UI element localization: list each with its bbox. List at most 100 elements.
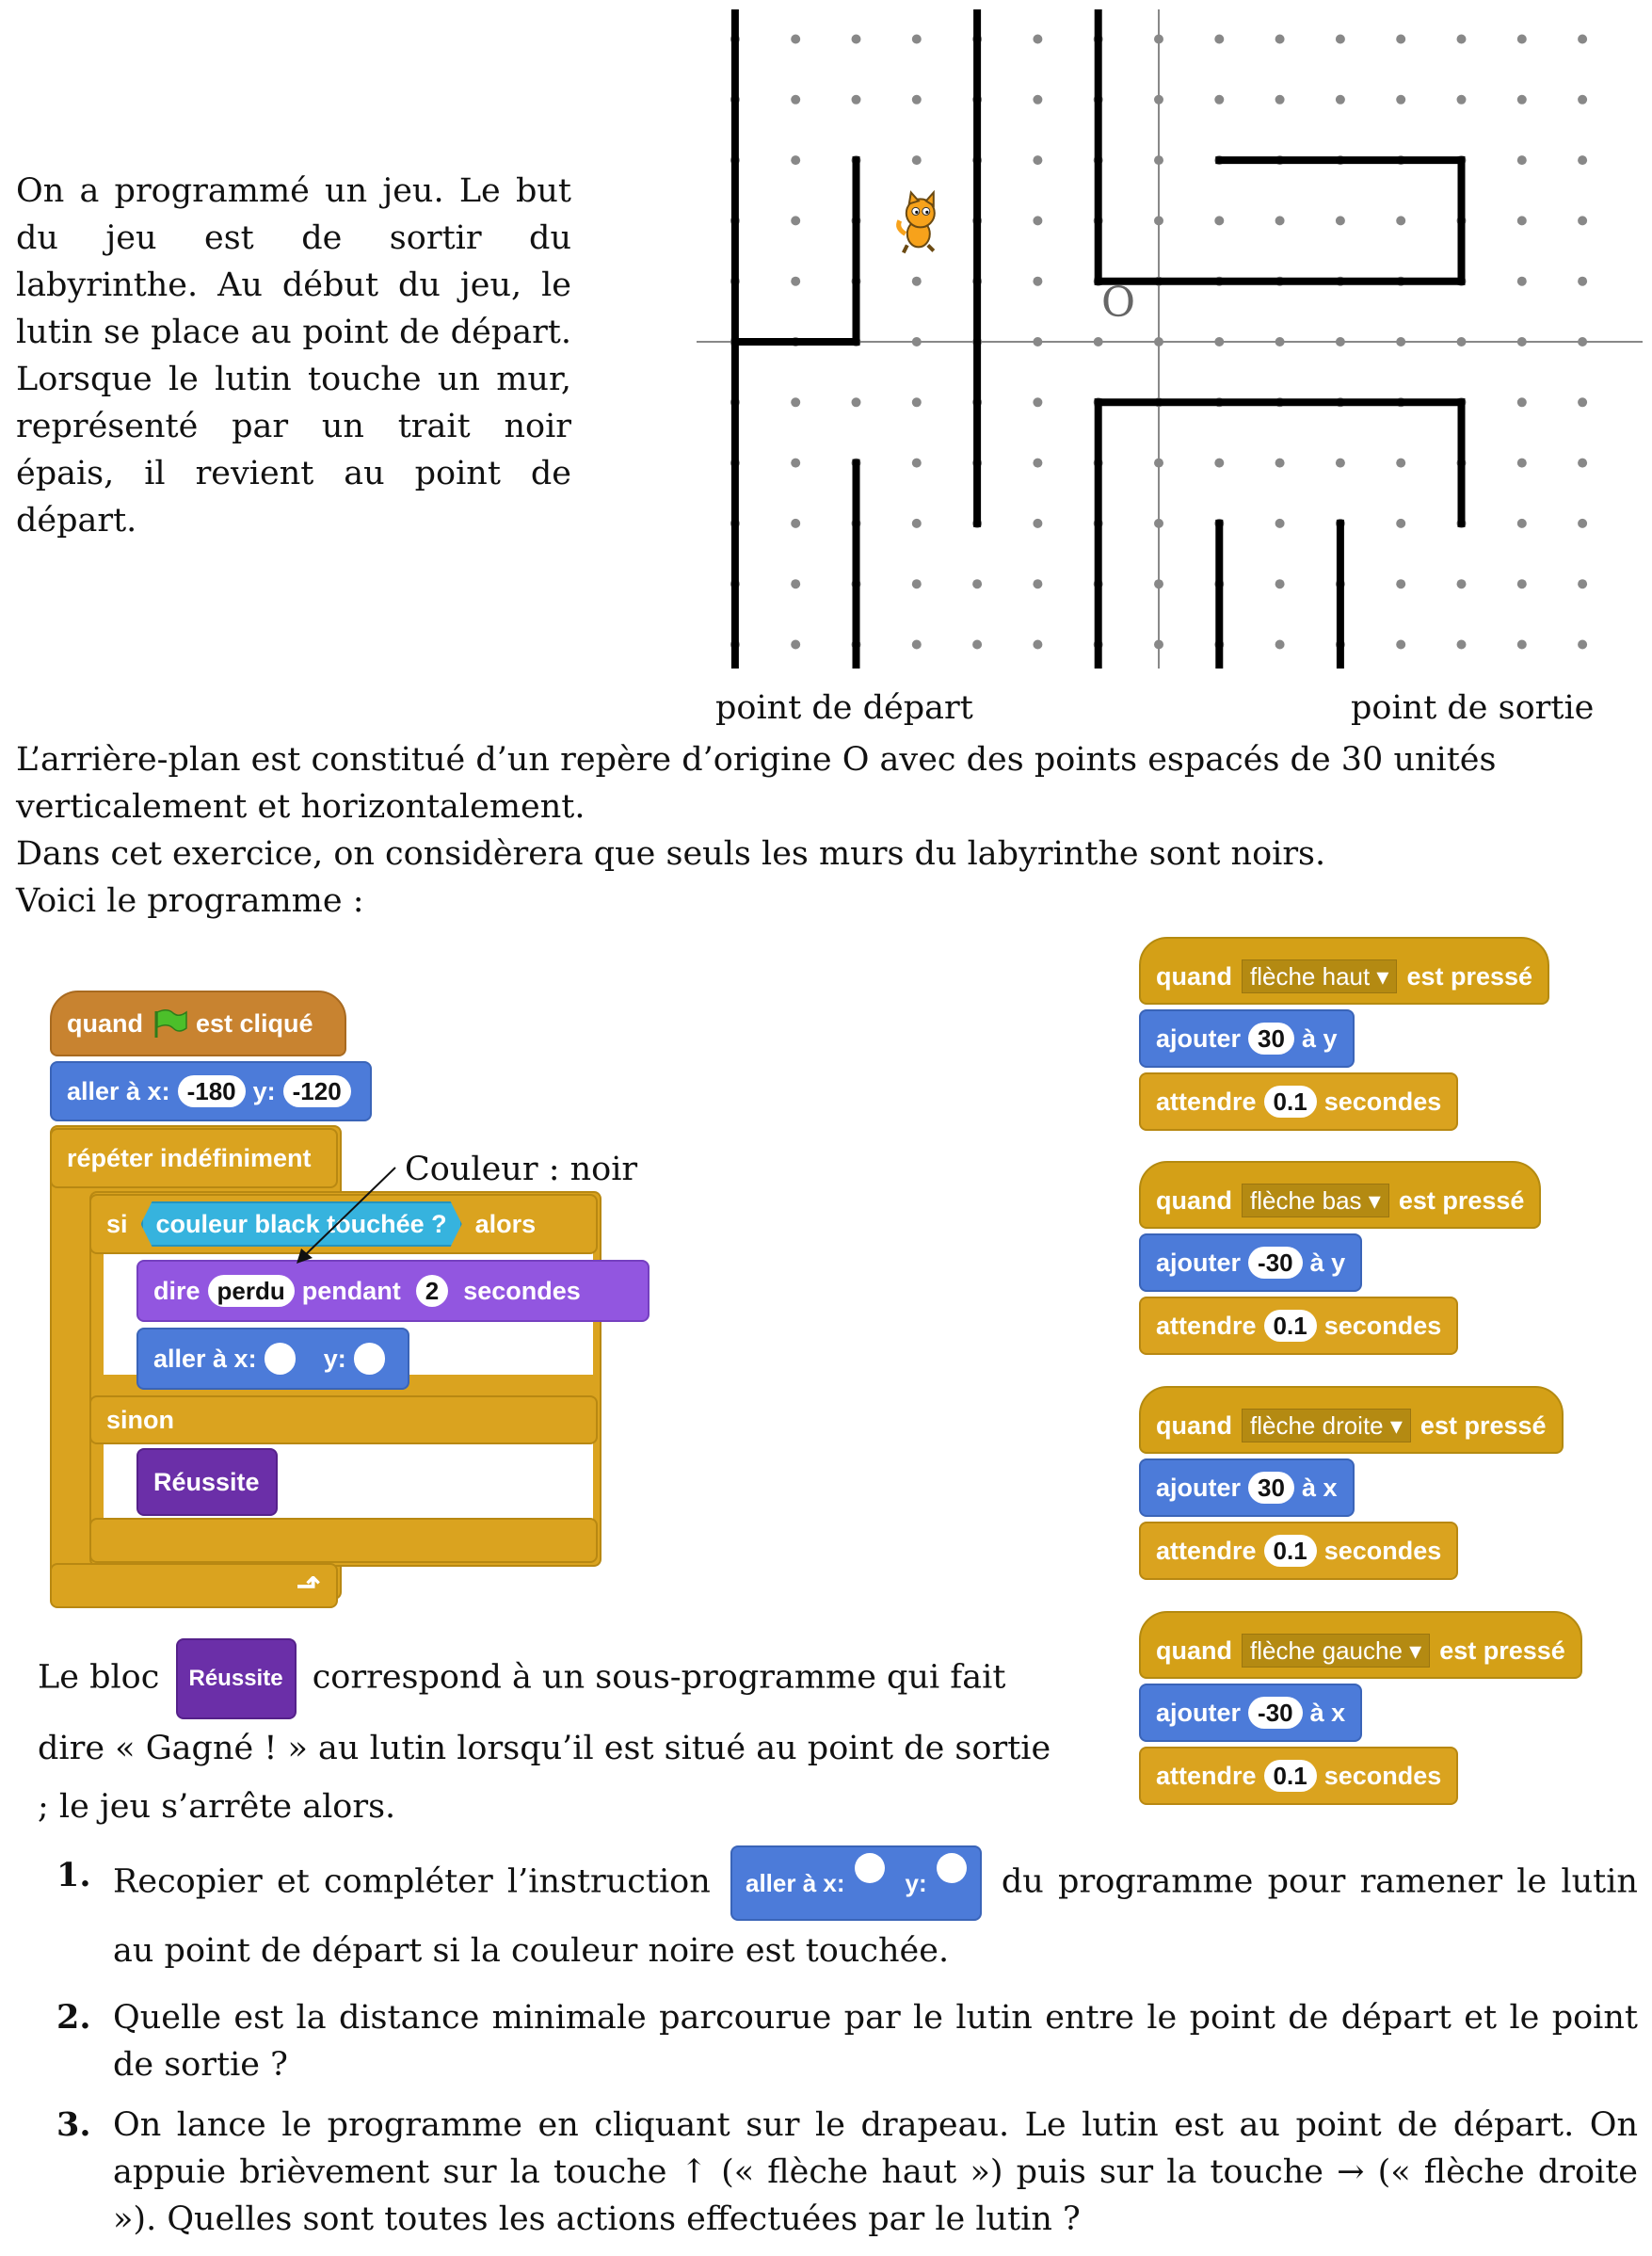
reussite-caption: Le bloc Réussite correspond à un sous-pr… [38, 1638, 1054, 1836]
axis-label: à y [1309, 1248, 1346, 1277]
wait-input[interactable]: 0.1 [1263, 1310, 1317, 1342]
when-key-pressed-block[interactable]: quand flèche droite ▾ est pressé [1139, 1386, 1564, 1454]
grid-dot [1154, 639, 1163, 650]
wait-block[interactable]: attendre 0.1 secondes [1139, 1297, 1459, 1355]
grid-dot [1456, 579, 1467, 589]
key-dropdown[interactable]: flèche gauche ▾ [1242, 1634, 1431, 1668]
grid-dot [791, 579, 801, 589]
grid-dot [1396, 216, 1406, 226]
wait-block[interactable]: attendre 0.1 secondes [1139, 1522, 1459, 1580]
wait-label: attendre [1156, 1761, 1257, 1790]
grid-dot [1516, 458, 1527, 468]
grid-dot [1214, 458, 1225, 468]
change-position-block[interactable]: ajouter -30 à x [1139, 1684, 1363, 1742]
grid-dot [1275, 458, 1285, 468]
goto2-x-input[interactable] [264, 1343, 296, 1375]
when-key-pressed-block[interactable]: quand flèche gauche ▾ est pressé [1139, 1611, 1582, 1679]
change-position-block[interactable]: ajouter 30 à y [1139, 1009, 1355, 1068]
say-secs-input[interactable]: 2 [415, 1275, 449, 1307]
goto-y-input[interactable]: -120 [282, 1075, 351, 1107]
key-dropdown[interactable]: flèche droite ▾ [1242, 1409, 1411, 1442]
grid-dot [1275, 518, 1285, 528]
key-dropdown[interactable]: flèche haut ▾ [1242, 959, 1398, 993]
change-value-input[interactable]: 30 [1248, 1472, 1294, 1504]
grid-dot [1033, 518, 1043, 528]
color-annotation: Couleur : noir [405, 1151, 638, 1188]
loop-arrow-icon: ⬏ [296, 1569, 321, 1603]
if-end-block [89, 1518, 598, 1563]
secs-label: secondes [1323, 1311, 1442, 1340]
grid-dot [1516, 579, 1527, 589]
grid-dot [791, 276, 801, 286]
goto-x-input[interactable]: -180 [177, 1075, 246, 1107]
change-position-block[interactable]: ajouter -30 à y [1139, 1233, 1363, 1292]
goto-y-label: y: [252, 1076, 276, 1105]
goto-start-block[interactable]: aller à x: -180 y: -120 [50, 1061, 372, 1121]
wait-block[interactable]: attendre 0.1 secondes [1139, 1072, 1459, 1131]
when-key-pressed-block[interactable]: quand flèche bas ▾ est pressé [1139, 1161, 1542, 1229]
grid-dot [1275, 579, 1285, 589]
grid-dot [1396, 518, 1406, 528]
wait-input[interactable]: 0.1 [1263, 1535, 1317, 1567]
grid-dot [1033, 397, 1043, 408]
grid-dot [1033, 579, 1043, 589]
when-flag-clicked-block[interactable]: quand est cliqué [50, 991, 346, 1056]
grid-dot [1396, 337, 1406, 346]
grid-dot [1033, 337, 1043, 346]
reussite-block[interactable]: Réussite [136, 1448, 278, 1516]
pressed-label: est pressé [1419, 1410, 1547, 1440]
question-goto-block: aller à x: y: [730, 1845, 982, 1921]
grid-dot [1033, 276, 1043, 286]
change-position-block[interactable]: ajouter 30 à x [1139, 1458, 1355, 1517]
grid-dot [1516, 397, 1527, 408]
grid-dot [911, 276, 922, 286]
grid-dot [1214, 94, 1225, 105]
grid-dot [1033, 34, 1043, 44]
grid-dot [1516, 276, 1527, 286]
question-number: 3. [56, 2105, 91, 2144]
wait-block[interactable]: attendre 0.1 secondes [1139, 1747, 1459, 1805]
say-label: dire [153, 1276, 200, 1305]
then-label: alors [474, 1209, 537, 1238]
grid-dot [1275, 639, 1285, 650]
else-label: sinon [106, 1405, 174, 1434]
goto2-y-input[interactable] [353, 1343, 385, 1375]
green-flag-icon [154, 1009, 187, 1038]
grid-dot [1154, 34, 1163, 44]
grid-dot [911, 155, 922, 166]
wait-input[interactable]: 0.1 [1263, 1086, 1317, 1118]
maze-svg [697, 9, 1643, 669]
grid-dot [1154, 155, 1163, 166]
grid-dot [1516, 155, 1527, 166]
grid-dot [1154, 94, 1163, 105]
grid-dot [1214, 216, 1225, 226]
change-value-input[interactable]: 30 [1248, 1023, 1294, 1055]
forever-end-block: ⬏ [50, 1563, 338, 1608]
grid-dot [1578, 155, 1588, 166]
grid-dot [1456, 94, 1467, 105]
question-number: 2. [56, 1998, 91, 2037]
grid-dot [1093, 337, 1103, 346]
start-label: point de départ [715, 689, 973, 727]
wait-input[interactable]: 0.1 [1263, 1760, 1317, 1792]
grid-dot [1335, 458, 1345, 468]
grid-dot [972, 579, 983, 589]
program-intro: Voici le programme : [16, 882, 364, 920]
exit-label: point de sortie [1351, 689, 1595, 727]
change-value-input[interactable]: -30 [1248, 1697, 1303, 1729]
when-key-pressed-block[interactable]: quand flèche haut ▾ est pressé [1139, 937, 1550, 1005]
say-secs-label: secondes [463, 1276, 581, 1305]
grid-dot [1033, 639, 1043, 650]
question-number: 1. [56, 1856, 91, 1894]
pressed-label: est pressé [1398, 1185, 1525, 1215]
grid-dot [1154, 579, 1163, 589]
grid-dot [1516, 94, 1527, 105]
say-text-input[interactable]: perdu [207, 1275, 295, 1307]
goto-blank-block[interactable]: aller à x: y: [136, 1328, 409, 1390]
when-label: quand [1156, 961, 1232, 991]
grid-dot [1516, 337, 1527, 346]
change-value-input[interactable]: -30 [1248, 1247, 1303, 1279]
key-dropdown[interactable]: flèche bas ▾ [1242, 1184, 1389, 1217]
q-goto-y [936, 1853, 967, 1883]
intro-paragraph: On a programmé un jeu. Le but du jeu est… [16, 172, 571, 540]
